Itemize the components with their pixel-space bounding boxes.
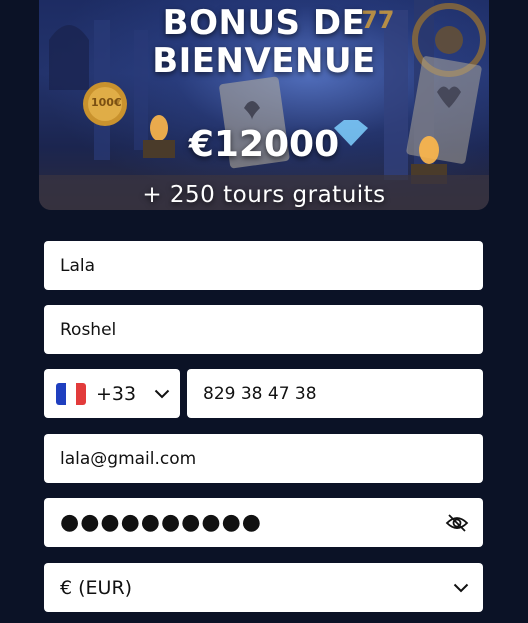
email-field[interactable]: lala@gmail.com xyxy=(44,434,483,483)
france-flag-icon xyxy=(56,382,86,405)
phone-number-field[interactable]: 829 38 47 38 xyxy=(187,369,483,418)
last-name-field[interactable]: Roshel xyxy=(44,305,483,354)
last-name-value: Roshel xyxy=(60,319,117,340)
eye-off-icon[interactable] xyxy=(445,513,469,533)
bonus-title-line2: BIENVENUE xyxy=(152,41,376,81)
bonus-title-line1: BONUS DE xyxy=(162,3,366,43)
first-name-field[interactable]: Lala xyxy=(44,241,483,290)
currency-value: € (EUR) xyxy=(60,576,133,599)
chevron-down-icon xyxy=(154,389,170,399)
coin-label: 100€ xyxy=(91,96,122,109)
password-value: ●●●●●●●●●● xyxy=(60,510,262,535)
country-code-select[interactable]: +33 xyxy=(44,369,180,418)
email-value: lala@gmail.com xyxy=(60,448,197,469)
welcome-bonus-banner: 100€ 77 BONUS DE BIENVENUE €12000 + 250 … xyxy=(39,0,489,210)
chevron-down-icon xyxy=(453,583,469,593)
free-spins-text: + 250 tours gratuits xyxy=(142,182,386,208)
currency-select[interactable]: € (EUR) xyxy=(44,563,483,612)
country-code-value: +33 xyxy=(96,382,137,405)
bonus-title: BONUS DE BIENVENUE xyxy=(39,4,489,80)
password-field[interactable]: ●●●●●●●●●● xyxy=(44,498,483,547)
first-name-value: Lala xyxy=(60,255,96,276)
bonus-amount: €12000 xyxy=(188,124,340,165)
phone-number-value: 829 38 47 38 xyxy=(203,383,317,404)
